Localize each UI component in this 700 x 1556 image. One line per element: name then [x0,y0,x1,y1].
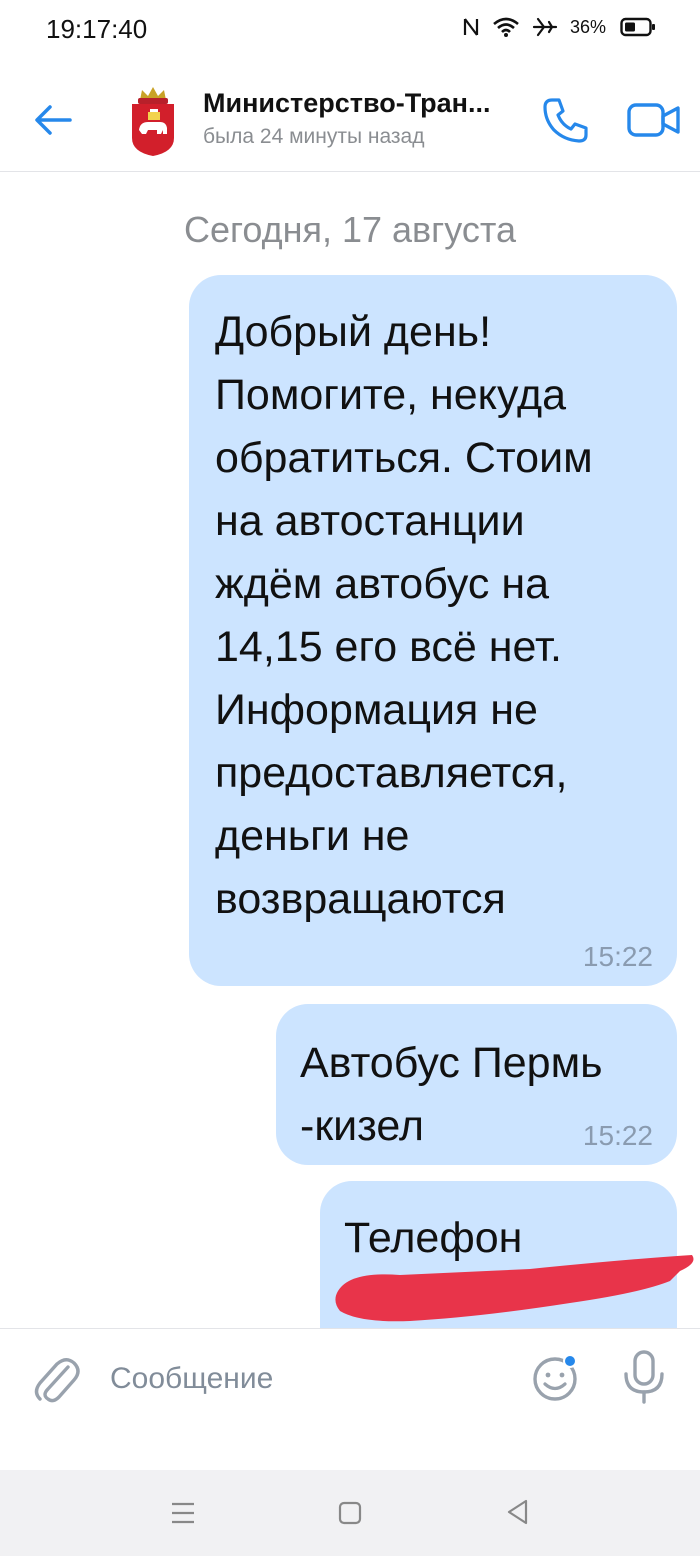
status-bar: 19:17:40 36% [0,0,700,66]
message-input[interactable] [110,1351,510,1407]
attach-button[interactable] [32,1353,80,1405]
redaction-scribble [335,1255,694,1322]
battery-percent: 36% [569,16,606,37]
call-button[interactable] [540,94,592,146]
message-history[interactable]: Сегодня, 17 августа Добрый день! Помогит… [0,173,700,1328]
nfc-icon [462,16,480,38]
outgoing-message[interactable]: Добрый день! Помогите, некуда обратиться… [189,275,677,986]
status-time: 19:17:40 [46,14,148,44]
wifi-icon [492,16,520,38]
avatar[interactable] [126,84,180,156]
chat-title: Министерство-Тран... [203,88,491,118]
home-icon [338,1501,362,1525]
message-time: 15:22 [582,1120,653,1151]
date-separator: Сегодня, 17 августа [184,209,516,250]
outgoing-message[interactable]: Автобус Пермь -кизел 15:22 [276,1004,677,1165]
back-icon [507,1499,528,1525]
status-icons: 36% [462,16,656,38]
arrow-left-icon [35,105,72,135]
chat-title-block[interactable]: Министерство-Тран... была 24 минуты наза… [203,88,533,149]
video-camera-icon [627,103,680,137]
microphone-icon [624,1350,664,1404]
coat-of-arms-icon [132,87,174,156]
system-nav-bar [0,1470,700,1556]
airplane-icon [532,16,558,38]
paperclip-icon [34,1358,80,1403]
sticker-button[interactable] [530,1351,582,1403]
home-button[interactable] [336,1499,364,1527]
back-button[interactable] [30,96,78,144]
last-seen-status: была 24 минуты назад [203,125,425,148]
chat-header: Министерство-Тран... была 24 минуты наза… [0,66,700,172]
message-time: 15:22 [582,941,653,972]
video-call-button[interactable] [626,96,682,144]
voice-message-button[interactable] [622,1349,666,1405]
system-back-button[interactable] [504,1496,532,1528]
menu-icon [172,1502,194,1524]
recent-apps-button[interactable] [168,1498,198,1528]
message-text: Добрый день! Помогите, некуда обратиться… [215,308,593,923]
smiley-icon [533,1354,577,1401]
battery-icon [620,16,656,38]
phone-icon [543,98,588,143]
message-composer [0,1328,700,1470]
